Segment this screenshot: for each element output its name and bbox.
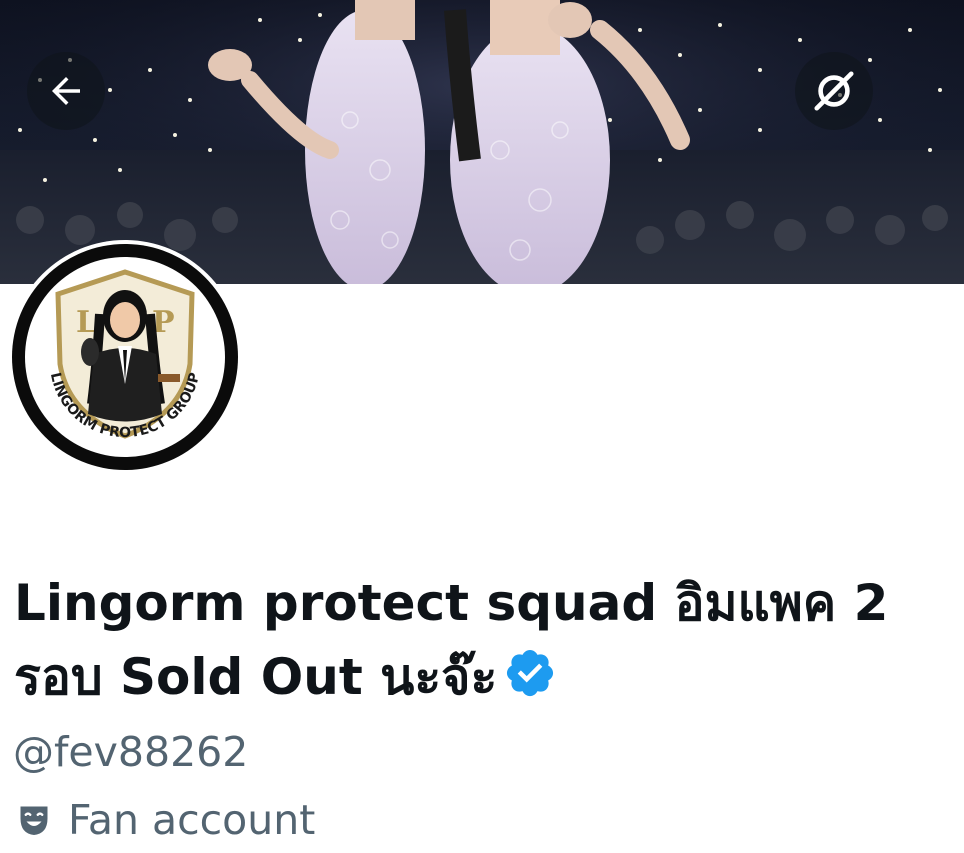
more-options-button[interactable]: [795, 52, 873, 130]
profile-page: L P LINGORM PROTECT GROUP Lingorm protec…: [0, 0, 964, 853]
theater-mask-icon: [16, 802, 52, 838]
avatar-logo: L P LINGORM PROTECT GROUP: [25, 257, 225, 457]
back-arrow-icon: [52, 77, 80, 105]
verified-badge-icon[interactable]: [503, 646, 557, 700]
profile-avatar[interactable]: L P LINGORM PROTECT GROUP: [8, 240, 242, 474]
back-button[interactable]: [27, 52, 105, 130]
profile-category: Fan account: [16, 796, 315, 844]
avatar-image: L P LINGORM PROTECT GROUP: [12, 244, 238, 470]
display-name: Lingorm protect squad อิมแพค 2 รอบ Sold …: [14, 566, 959, 714]
user-handle: @fev88262: [13, 728, 249, 776]
more-icon: [814, 71, 854, 111]
display-name-text: Lingorm protect squad อิมแพค 2 รอบ Sold …: [14, 574, 889, 706]
category-label: Fan account: [68, 796, 316, 844]
